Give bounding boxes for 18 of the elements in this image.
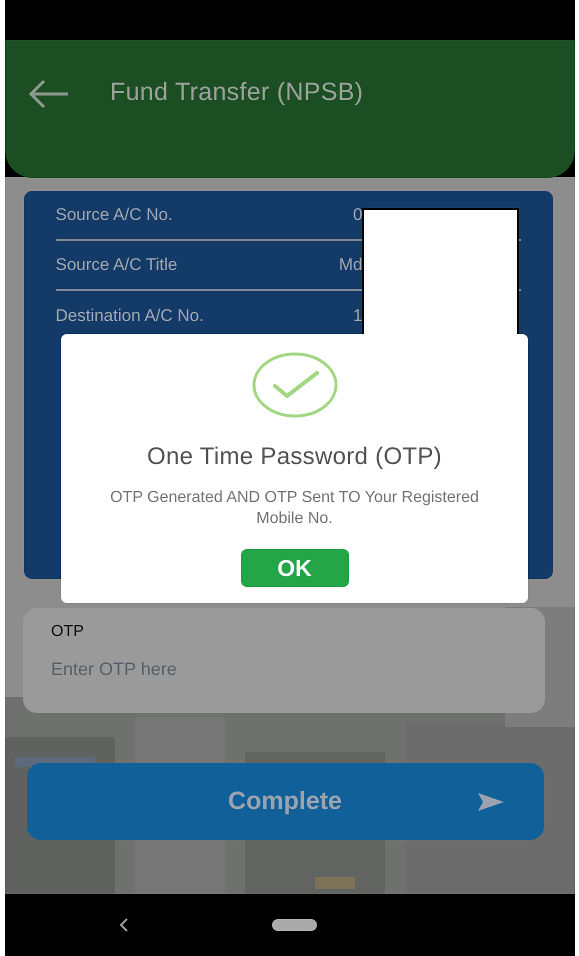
dialog-message: OTP Generated AND OTP Sent TO Your Registered Mobile No. [109,488,480,529]
complete-button[interactable]: Complete [26,763,544,840]
check-circle-icon [250,351,338,419]
detail-label: Source A/C Title [56,255,178,275]
detail-value: 1 [353,306,362,326]
detail-label: Destination A/C No. [56,306,204,326]
otp-input[interactable]: Enter OTP here [51,659,517,680]
detail-value: 0 [353,205,362,225]
send-icon [478,793,504,811]
ok-button[interactable]: OK [240,549,348,587]
back-icon[interactable] [119,917,129,933]
detail-value: Md [338,255,362,275]
detail-label: Source A/C No. [56,205,173,225]
home-pill[interactable] [272,919,317,931]
field-label: OTP [51,623,85,641]
back-arrow-icon[interactable] [28,79,70,109]
screen-title: Fund Transfer (NPSB) [110,78,364,107]
dialog-title: One Time Password (OTP) [147,443,442,471]
